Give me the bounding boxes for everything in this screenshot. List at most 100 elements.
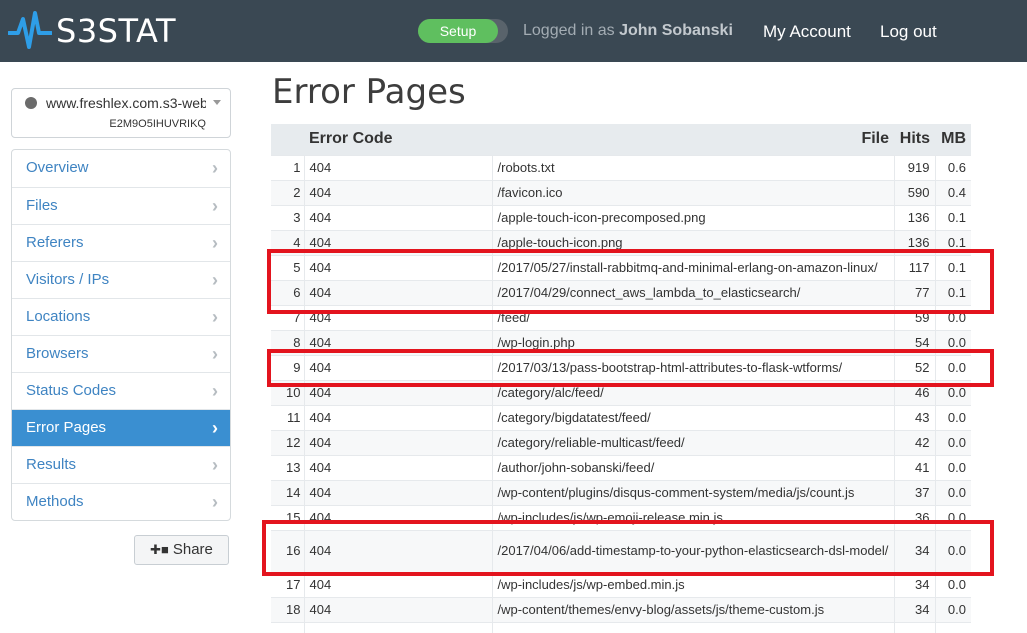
chevron-right-icon: › xyxy=(212,196,218,216)
sidebar-item-methods[interactable]: Methods › xyxy=(12,483,230,520)
column-header-error-code[interactable]: Error Code xyxy=(304,124,492,155)
file-cell: /category/bigdatatest/feed/ xyxy=(491,404,894,430)
table-row: 5 404/2017/05/27/install-rabbitmq-and-min… xyxy=(271,254,971,280)
table-row: 9 404/2017/03/13/pass-bootstrap-html-attr… xyxy=(271,354,971,380)
sidebar-menu: Overview › Files › Referers › Visitors / IP… xyxy=(11,149,231,521)
error-code-cell: 404 xyxy=(303,354,492,380)
row-index: 1 xyxy=(271,154,304,180)
site-selector[interactable]: www.freshlex.com.s3-website-us-east-1.am… xyxy=(11,88,231,138)
error-code-cell xyxy=(303,621,492,633)
file-cell: /wp-includes/js/wp-emoji-release.min.js xyxy=(491,504,894,530)
hits-cell xyxy=(893,621,935,633)
sidebar-item-error-pages[interactable]: Error Pages › xyxy=(12,409,230,446)
file-cell: /category/alc/feed/ xyxy=(491,379,894,405)
chevron-right-icon: › xyxy=(212,344,218,364)
error-code-cell: 404 xyxy=(303,379,492,405)
file-cell: /2017/03/13/pass-bootstrap-html-attribut… xyxy=(491,354,894,380)
sidebar-item-referers[interactable]: Referers › xyxy=(12,224,230,261)
sidebar-item-browsers[interactable]: Browsers › xyxy=(12,335,230,372)
hits-cell: 34 xyxy=(893,571,935,597)
sidebar-item-results[interactable]: Results › xyxy=(12,446,230,483)
hits-cell: 52 xyxy=(893,354,935,380)
sidebar-item-locations[interactable]: Locations › xyxy=(12,298,230,335)
column-header-mb[interactable]: MB xyxy=(935,124,971,155)
hits-cell: 54 xyxy=(893,329,935,355)
logout-link[interactable]: Log out xyxy=(880,22,937,42)
hits-cell: 117 xyxy=(893,254,935,280)
setup-toggle[interactable]: Setup xyxy=(418,19,508,43)
mb-cell: 0.0 xyxy=(934,429,971,455)
row-index: 3 xyxy=(271,204,304,230)
row-index: 8 xyxy=(271,329,304,355)
sidebar-item-visitors[interactable]: Visitors / IPs › xyxy=(12,261,230,298)
hits-cell: 36 xyxy=(893,504,935,530)
mb-cell: 0.1 xyxy=(934,204,971,230)
table-row: 10 404/category/alc/feed/46 0.0 xyxy=(271,379,971,405)
file-cell: /robots.txt xyxy=(491,154,894,180)
error-code-cell: 404 xyxy=(303,179,492,205)
mb-cell: 0.0 xyxy=(934,304,971,330)
column-header-file[interactable]: File xyxy=(492,124,894,155)
sidebar-item-status-codes[interactable]: Status Codes › xyxy=(12,372,230,409)
sidebar-item-label: Files xyxy=(26,197,58,214)
row-index: 11 xyxy=(271,404,304,430)
error-code-cell: 404 xyxy=(303,304,492,330)
site-url: www.freshlex.com.s3-website-us-east-1.am… xyxy=(46,95,206,111)
hits-cell: 37 xyxy=(893,479,935,505)
table-row: 12 404/category/reliable-multicast/feed/4… xyxy=(271,429,971,455)
error-code-cell: 404 xyxy=(303,154,492,180)
sidebar-item-overview[interactable]: Overview › xyxy=(12,150,230,187)
user-plus-icon: ✚■ xyxy=(150,542,169,557)
row-index: 7 xyxy=(271,304,304,330)
column-header-hits[interactable]: Hits xyxy=(894,124,935,155)
table-row: 2 404/favicon.ico 590 0.4 xyxy=(271,179,971,205)
error-code-cell: 404 xyxy=(303,204,492,230)
table-row: 6 404/2017/04/29/connect_aws_lambda_to_el… xyxy=(271,279,971,305)
chevron-right-icon: › xyxy=(212,418,218,438)
row-index: 14 xyxy=(271,479,304,505)
hits-cell: 59 xyxy=(893,304,935,330)
error-code-cell: 404 xyxy=(303,571,492,597)
file-cell: /wp-includes/js/wp-embed.min.js xyxy=(491,571,894,597)
mb-cell: 0.0 xyxy=(934,479,971,505)
share-label: Share xyxy=(172,541,213,558)
site-id: E2M9O5IHUVRIKQ xyxy=(109,118,206,130)
my-account-link[interactable]: My Account xyxy=(763,22,851,42)
sidebar-item-files[interactable]: Files › xyxy=(12,187,230,224)
mb-cell: 0.0 xyxy=(934,454,971,480)
row-index xyxy=(271,621,304,633)
hits-cell: 34 xyxy=(893,529,935,572)
row-index: 4 xyxy=(271,229,304,255)
hits-cell: 919 xyxy=(893,154,935,180)
hits-cell: 41 xyxy=(893,454,935,480)
file-cell: /2017/05/27/install-rabbitmq-and-minimal… xyxy=(491,254,894,280)
error-code-cell: 404 xyxy=(303,254,492,280)
mb-cell: 0.0 xyxy=(934,504,971,530)
mb-cell: 0.0 xyxy=(934,529,971,572)
row-index: 6 xyxy=(271,279,304,305)
hits-cell: 77 xyxy=(893,279,935,305)
chevron-right-icon: › xyxy=(212,455,218,475)
table-row: 3 404/apple-touch-icon-precomposed.png 136… xyxy=(271,204,971,230)
file-cell: /wp-content/plugins/disqus-comment-syste… xyxy=(491,479,894,505)
logged-in-prefix: Logged in as xyxy=(523,22,615,39)
hits-cell: 43 xyxy=(893,404,935,430)
mb-cell: 0.0 xyxy=(934,354,971,380)
table-row: 13 404/author/john-sobanski/feed/41 0.0 xyxy=(271,454,971,480)
column-header-index xyxy=(271,124,304,155)
mb-cell: 0.1 xyxy=(934,279,971,305)
table-row: 14 404/wp-content/plugins/disqus-comment-… xyxy=(271,479,971,505)
hits-cell: 136 xyxy=(893,229,935,255)
chevron-right-icon: › xyxy=(212,158,218,178)
logo-text: S3STAT xyxy=(56,12,176,50)
sidebar-item-label: Status Codes xyxy=(26,382,117,399)
sidebar-item-label: Error Pages xyxy=(26,419,107,436)
file-cell: /category/reliable-multicast/feed/ xyxy=(491,429,894,455)
top-navbar: S3STAT Setup Logged in as John Sobanski … xyxy=(0,0,1027,62)
share-button[interactable]: ✚■ Share xyxy=(134,535,229,565)
mb-cell: 0.1 xyxy=(934,229,971,255)
file-cell: /wp-login.php xyxy=(491,329,894,355)
logo[interactable]: S3STAT xyxy=(8,8,176,54)
table-row xyxy=(271,621,971,633)
globe-icon xyxy=(25,97,37,109)
